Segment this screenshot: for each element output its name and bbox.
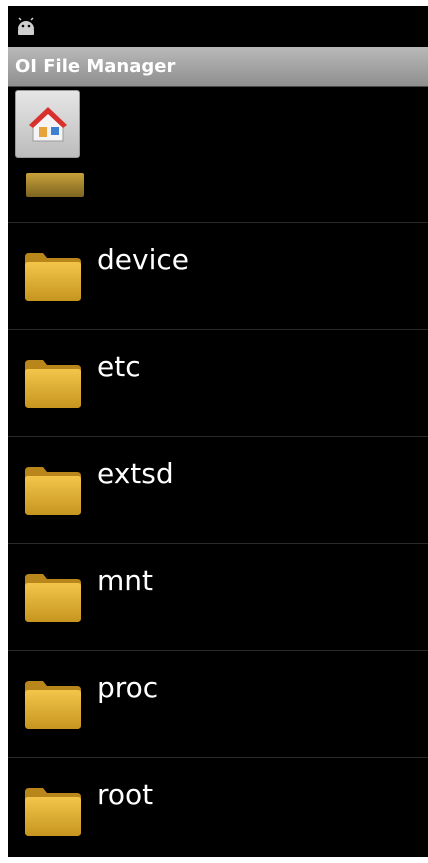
file-row-extsd[interactable]: extsd — [8, 436, 428, 543]
folder-icon — [25, 681, 81, 729]
home-icon — [28, 107, 67, 142]
phone-screen: OI File Manager device etc extsd mnt pro… — [8, 6, 428, 857]
file-name: mnt — [97, 564, 153, 597]
file-row-root[interactable]: root — [8, 757, 428, 857]
partial-folder-icon — [26, 173, 84, 197]
file-row-device[interactable]: device — [8, 222, 428, 329]
file-row-proc[interactable]: proc — [8, 650, 428, 757]
home-button[interactable] — [15, 90, 80, 158]
file-name: etc — [97, 350, 141, 383]
file-name: device — [97, 243, 189, 276]
folder-icon — [25, 788, 81, 836]
status-bar — [8, 6, 428, 47]
folder-icon — [25, 360, 81, 408]
file-row-etc[interactable]: etc — [8, 329, 428, 436]
folder-icon — [25, 253, 81, 301]
file-row-mnt[interactable]: mnt — [8, 543, 428, 650]
app-title-bar: OI File Manager — [8, 47, 428, 87]
toolbar-area — [8, 87, 428, 222]
folder-icon — [25, 467, 81, 515]
file-name: extsd — [97, 457, 174, 490]
file-name: proc — [97, 671, 159, 704]
file-name: root — [97, 778, 154, 811]
folder-icon — [25, 574, 81, 622]
file-list: device etc extsd mnt proc root — [8, 222, 428, 857]
app-title: OI File Manager — [15, 56, 176, 77]
android-icon — [18, 17, 34, 35]
